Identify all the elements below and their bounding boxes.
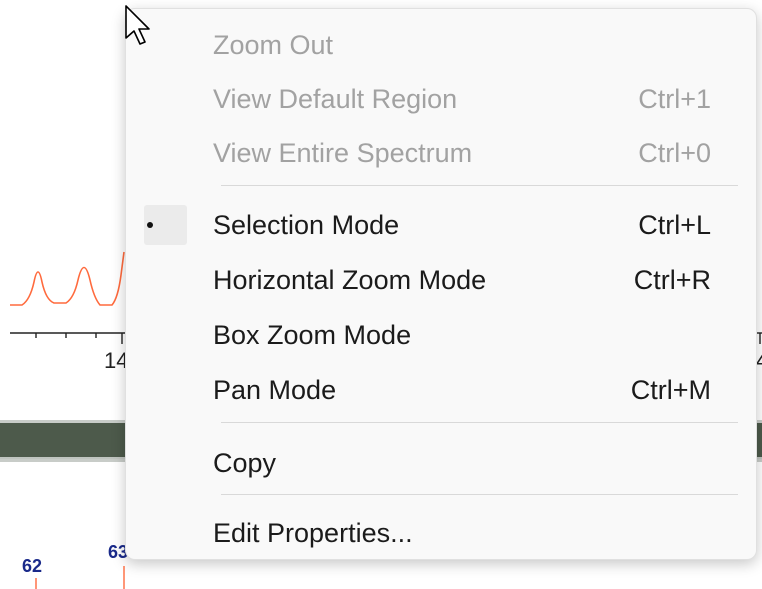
menu-item-horizontal-zoom-mode[interactable]: Horizontal Zoom Mode Ctrl+R (126, 254, 756, 306)
menu-item-label: View Default Region (213, 83, 458, 114)
spectrum-trace (10, 251, 125, 306)
menu-item-edit-properties[interactable]: Edit Properties... (126, 507, 756, 559)
menu-item-check-area (144, 205, 187, 245)
menu-item-copy[interactable]: Copy (126, 437, 756, 489)
menu-item-label: Edit Properties... (213, 517, 413, 548)
menu-item-shortcut: Ctrl+M (630, 374, 711, 405)
menu-item-shortcut: Ctrl+L (638, 209, 711, 240)
menu-item-view-entire-spectrum[interactable]: View Entire Spectrum Ctrl+0 (126, 127, 756, 179)
menu-item-label: Selection Mode (213, 209, 400, 240)
menu-item-box-zoom-mode[interactable]: Box Zoom Mode (126, 309, 756, 361)
menu-separator (221, 494, 738, 495)
menu-item-shortcut: Ctrl+R (633, 264, 711, 295)
menu-item-label: Copy (213, 447, 277, 478)
menu-item-view-default-region[interactable]: View Default Region Ctrl+1 (126, 73, 756, 125)
menu-item-selection-mode[interactable]: Selection Mode Ctrl+L (126, 199, 756, 251)
menu-item-label: View Entire Spectrum (213, 137, 473, 168)
menu-item-label: Pan Mode (213, 374, 337, 405)
menu-separator (221, 422, 738, 423)
menu-item-label: Zoom Out (213, 29, 334, 60)
menu-item-shortcut: Ctrl+1 (638, 83, 711, 114)
menu-item-pan-mode[interactable]: Pan Mode Ctrl+M (126, 364, 756, 416)
mouse-pointer-icon (125, 5, 150, 45)
menu-item-label: Box Zoom Mode (213, 319, 412, 350)
menu-item-shortcut: Ctrl+0 (638, 137, 711, 168)
menu-item-label: Horizontal Zoom Mode (213, 264, 487, 295)
radio-bullet-icon (147, 222, 153, 228)
menu-item-zoom-out[interactable]: Zoom Out (126, 19, 756, 71)
peak-label: 62 (22, 556, 43, 576)
menu-separator (221, 185, 738, 186)
context-menu: Zoom Out View Default Region Ctrl+1 View… (125, 8, 757, 560)
